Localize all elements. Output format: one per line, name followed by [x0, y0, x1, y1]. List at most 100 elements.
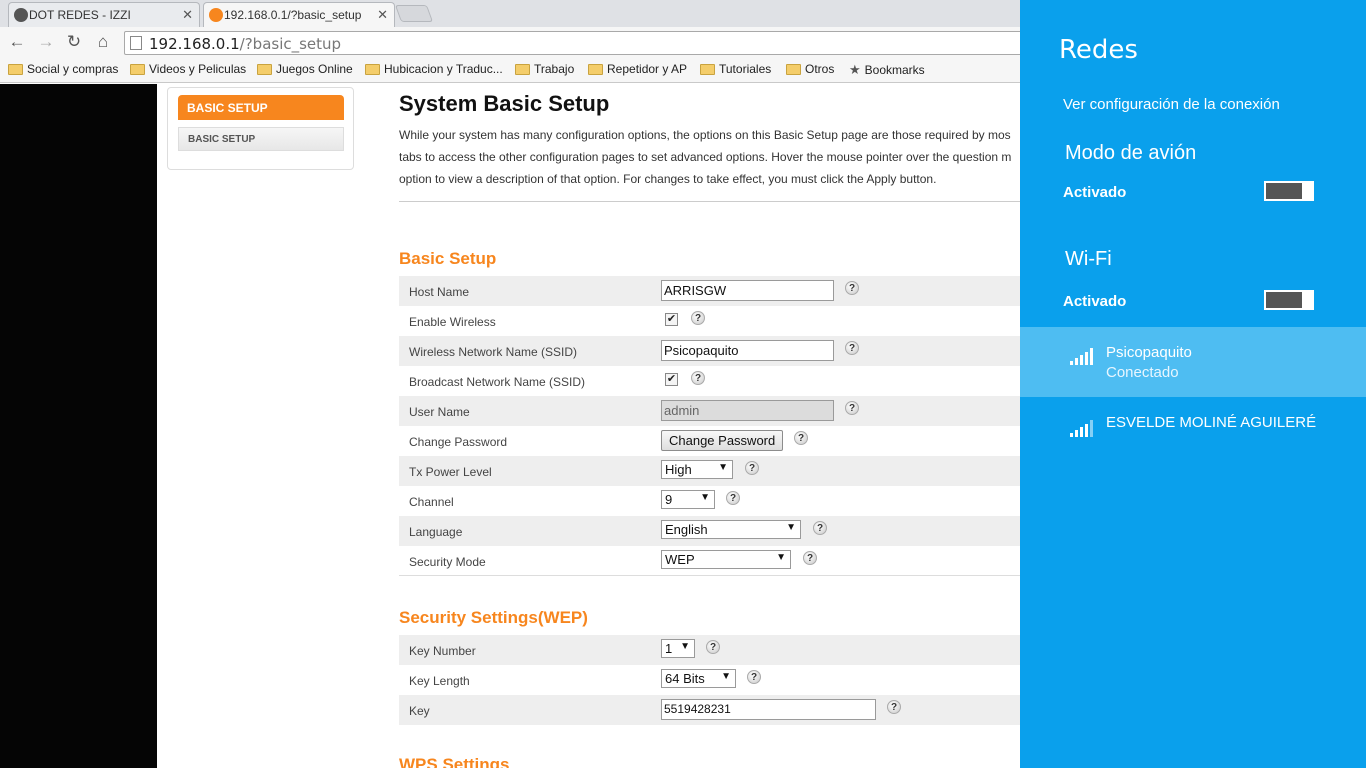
user-name-input: admin	[661, 400, 834, 421]
network-name: Psicopaquito	[1106, 344, 1192, 361]
bookmark-label: Otros	[805, 62, 835, 76]
key-label: Key	[409, 704, 430, 718]
bookmark-social[interactable]: Social y compras	[8, 62, 118, 76]
help-icon[interactable]: ?	[691, 311, 705, 325]
bookmark-videos[interactable]: Videos y Peliculas	[130, 62, 246, 76]
bookmark-trabajo[interactable]: Trabajo	[515, 62, 574, 76]
section-basic-setup-title: Basic Setup	[399, 249, 497, 268]
row-key: Key 5519428231 ?	[399, 695, 1020, 725]
broadcast-ssid-checkbox[interactable]: ✔	[665, 373, 678, 386]
airplane-mode-toggle[interactable]	[1264, 181, 1314, 201]
language-select[interactable]: English ▼	[661, 520, 801, 539]
bookmark-label: Repetidor y AP	[607, 62, 688, 76]
language-value: English	[665, 522, 708, 537]
dropdown-arrow-icon: ▼	[776, 552, 786, 563]
airplane-mode-heading: Modo de avión	[1065, 142, 1197, 164]
bookmark-bookmarks[interactable]: ★ Bookmarks	[849, 62, 925, 78]
help-icon[interactable]: ?	[706, 640, 720, 654]
key-number-select[interactable]: 1 ▼	[661, 639, 695, 658]
divider	[399, 575, 1020, 576]
section-wps-settings-title: WPS Settings	[399, 755, 510, 768]
folder-icon	[515, 63, 530, 75]
help-icon[interactable]: ?	[887, 700, 901, 714]
sidebar-header[interactable]: BASIC SETUP	[178, 95, 344, 120]
help-icon[interactable]: ?	[726, 491, 740, 505]
host-name-input[interactable]: ARRISGW	[661, 280, 834, 301]
close-icon[interactable]: ✕	[377, 7, 388, 23]
network-status: Conectado	[1106, 364, 1179, 381]
new-tab-button[interactable]	[394, 5, 434, 22]
dropdown-arrow-icon: ▼	[700, 492, 710, 503]
change-password-button[interactable]: Change Password	[661, 430, 784, 451]
airplane-mode-state: Activado	[1063, 184, 1127, 201]
key-input[interactable]: 5519428231	[661, 699, 876, 720]
section-security-settings-title: Security Settings(WEP)	[399, 608, 588, 627]
close-icon[interactable]: ✕	[182, 7, 193, 23]
help-icon[interactable]: ?	[845, 341, 859, 355]
bookmark-label: Social y compras	[27, 62, 119, 76]
tx-power-value: High	[665, 462, 692, 477]
network-item-psicopaquito[interactable]: Psicopaquito Conectado	[1020, 327, 1366, 397]
folder-icon	[700, 63, 715, 75]
enable-wireless-checkbox[interactable]: ✔	[665, 313, 678, 326]
tab-basic-setup[interactable]: 192.168.0.1/?basic_setup ✕	[203, 2, 395, 27]
home-icon[interactable]: ⌂	[93, 32, 113, 52]
row-language: Language English ▼ ?	[399, 516, 1020, 546]
ssid-label: Wireless Network Name (SSID)	[409, 345, 578, 359]
sidebar-item-basic-setup[interactable]: BASIC SETUP	[178, 127, 344, 151]
ssid-input[interactable]: Psicopaquito	[661, 340, 834, 361]
help-icon[interactable]: ?	[845, 401, 859, 415]
key-number-value: 1	[665, 641, 673, 656]
reload-icon[interactable]: ↻	[64, 32, 84, 52]
intro-line: tabs to access the other configuration p…	[399, 150, 1012, 164]
channel-value: 9	[665, 492, 673, 507]
page-icon	[130, 36, 142, 50]
channel-label: Channel	[409, 495, 454, 509]
row-key-length: Key Length 64 Bits ▼ ?	[399, 665, 1020, 695]
wifi-state: Activado	[1063, 293, 1127, 310]
network-item-esvelde[interactable]: ESVELDE MOLINÉ AGUILERÉ	[1020, 397, 1366, 467]
help-icon[interactable]: ?	[745, 461, 759, 475]
host-name-label: Host Name	[409, 285, 470, 299]
bookmark-label: Juegos Online	[276, 62, 353, 76]
bookmark-tutoriales[interactable]: Tutoriales	[700, 62, 771, 76]
bookmark-repetidor[interactable]: Repetidor y AP	[588, 62, 687, 76]
row-ssid: Wireless Network Name (SSID) Psicopaquit…	[399, 336, 1020, 366]
key-length-label: Key Length	[409, 674, 470, 688]
tab-dot-redes[interactable]: DOT REDES - IZZI ✕	[8, 2, 200, 27]
help-icon[interactable]: ?	[845, 281, 859, 295]
toggle-knob	[1302, 182, 1313, 200]
help-icon[interactable]: ?	[803, 551, 817, 565]
row-change-password: Change Password Change Password ?	[399, 426, 1020, 456]
help-icon[interactable]: ?	[794, 431, 808, 445]
security-mode-label: Security Mode	[409, 555, 486, 569]
row-user-name: User Name admin ?	[399, 396, 1020, 426]
enable-wireless-label: Enable Wireless	[409, 315, 496, 329]
folder-icon	[257, 63, 272, 75]
back-icon[interactable]: ←	[7, 32, 27, 52]
bookmark-label: Trabajo	[534, 62, 575, 76]
security-mode-value: WEP	[665, 552, 695, 567]
wifi-toggle[interactable]	[1264, 290, 1314, 310]
channel-select[interactable]: 9 ▼	[661, 490, 715, 509]
help-icon[interactable]: ?	[747, 670, 761, 684]
help-icon[interactable]: ?	[691, 371, 705, 385]
tab-title: 192.168.0.1/?basic_setup	[224, 8, 362, 22]
dropdown-arrow-icon: ▼	[718, 462, 728, 473]
dropdown-arrow-icon: ▼	[786, 522, 796, 533]
key-length-select[interactable]: 64 Bits ▼	[661, 669, 736, 688]
address-bar[interactable]: 192.168.0.1/?basic_setup	[124, 31, 1044, 55]
bookmark-otros[interactable]: Otros	[786, 62, 834, 76]
intro-line: option to view a description of that opt…	[399, 172, 937, 186]
forward-icon[interactable]: →	[36, 32, 56, 52]
row-tx-power: Tx Power Level High ▼ ?	[399, 456, 1020, 486]
tx-power-select[interactable]: High ▼	[661, 460, 733, 479]
bookmark-hubicacion[interactable]: Hubicacion y Traduc...	[365, 62, 503, 76]
bookmark-juegos[interactable]: Juegos Online	[257, 62, 353, 76]
view-connection-settings-link[interactable]: Ver configuración de la conexión	[1063, 96, 1280, 113]
page-intro: While your system has many configuration…	[399, 124, 1020, 190]
router-logo-icon	[209, 8, 223, 22]
help-icon[interactable]: ?	[813, 521, 827, 535]
folder-icon	[786, 63, 801, 75]
security-mode-select[interactable]: WEP ▼	[661, 550, 791, 569]
